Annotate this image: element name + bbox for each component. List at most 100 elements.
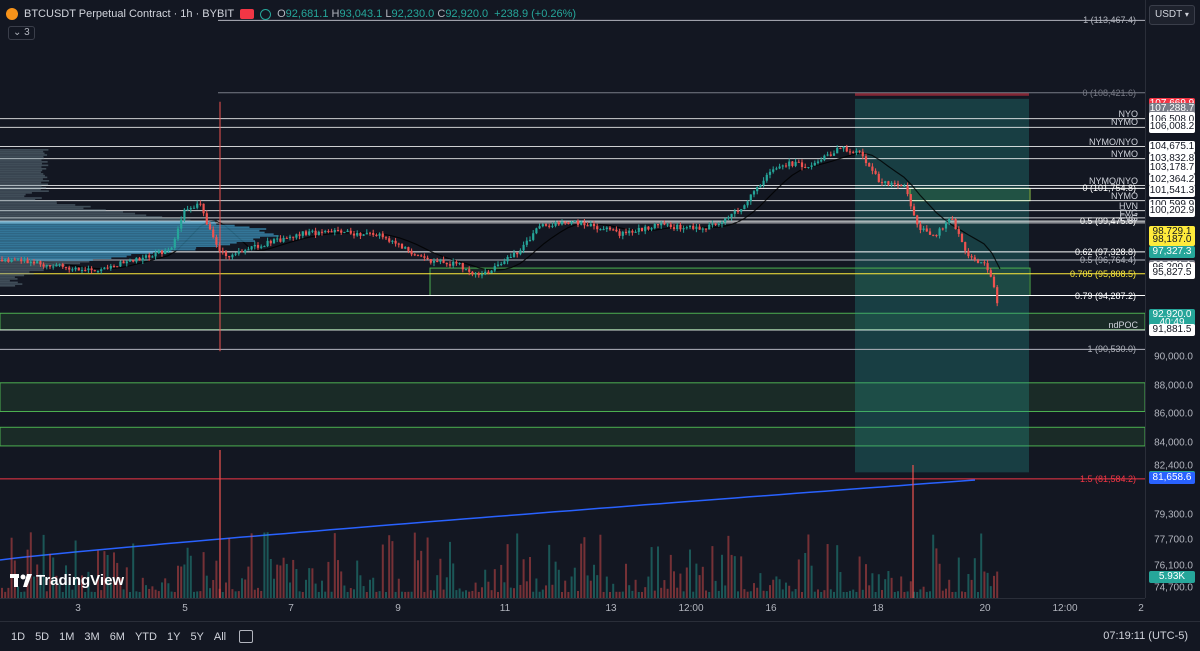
volume-bar bbox=[235, 591, 237, 598]
candle-body bbox=[468, 269, 470, 272]
alert-flag-icon[interactable] bbox=[240, 9, 254, 19]
volume-bar bbox=[599, 535, 601, 598]
candle-body bbox=[692, 226, 694, 229]
candle-body bbox=[811, 165, 813, 167]
candle-body bbox=[263, 246, 265, 247]
price-tag[interactable]: 103,178.7 bbox=[1149, 162, 1195, 174]
candle-body bbox=[311, 231, 313, 232]
time-axis[interactable]: 3 5 7 9 11 13 12:00 16 18 20 12:00 2 bbox=[0, 598, 1145, 621]
indicators-toggle[interactable]: ⌄ 3 bbox=[8, 26, 35, 40]
volume-bar bbox=[452, 563, 454, 598]
volume-bar bbox=[763, 591, 765, 598]
range-button-5d[interactable]: 5D bbox=[30, 631, 54, 643]
range-button-3m[interactable]: 3M bbox=[79, 631, 104, 643]
range-button-ytd[interactable]: YTD bbox=[130, 631, 162, 643]
candle-body bbox=[270, 241, 272, 243]
volume-bar bbox=[519, 585, 521, 598]
volume-bar bbox=[884, 579, 886, 598]
range-button-1m[interactable]: 1M bbox=[54, 631, 79, 643]
time-tick: 16 bbox=[765, 603, 776, 614]
time-tick: 9 bbox=[395, 603, 401, 614]
candle-body bbox=[644, 227, 646, 232]
volume-bar bbox=[350, 588, 352, 598]
volume-bar bbox=[727, 536, 729, 598]
candle-body bbox=[446, 263, 448, 264]
price-axis[interactable]: 90,000.0 88,000.0 86,000.0 84,000.0 82,400.0… bbox=[1145, 0, 1200, 598]
candle-body bbox=[929, 231, 931, 234]
candle-body bbox=[462, 263, 464, 269]
range-button-1d[interactable]: 1D bbox=[6, 631, 30, 643]
price-tag[interactable]: 95,827.5 bbox=[1149, 267, 1195, 279]
price-tag[interactable]: 98,187.0 bbox=[1149, 234, 1195, 246]
volume-bar bbox=[679, 574, 681, 598]
range-button-all[interactable]: All bbox=[209, 631, 231, 643]
candle-body bbox=[855, 151, 857, 153]
volume-bar bbox=[731, 555, 733, 598]
price-tag[interactable]: 97,327.3 bbox=[1149, 246, 1195, 258]
price-tag[interactable]: 102,364.2 bbox=[1149, 174, 1195, 186]
price-tick: 76,100.0 bbox=[1154, 560, 1193, 571]
chart-title[interactable]: BTCUSDT Perpetual Contract · 1h · BYBIT bbox=[24, 8, 234, 20]
range-button-1y[interactable]: 1Y bbox=[162, 631, 185, 643]
candle-body bbox=[788, 161, 790, 166]
clock[interactable]: 07:19:11 (UTC-5) bbox=[1103, 630, 1188, 642]
volume-bar bbox=[612, 584, 614, 598]
volume-bar bbox=[209, 588, 211, 598]
price-tag[interactable]: 5.93K bbox=[1149, 571, 1195, 583]
candle-body bbox=[190, 208, 192, 209]
volume-bar bbox=[967, 574, 969, 598]
tradingview-logo[interactable]: TradingView bbox=[10, 572, 124, 589]
candle-body bbox=[916, 215, 918, 224]
volume-bar bbox=[46, 591, 48, 598]
volume-bar bbox=[769, 585, 771, 598]
status-dot-icon bbox=[260, 9, 271, 20]
price-chart[interactable] bbox=[0, 0, 1145, 598]
fvg-box-upper[interactable] bbox=[910, 188, 1030, 200]
volume-bar bbox=[695, 564, 697, 598]
volume-bar bbox=[286, 564, 288, 598]
volume-bar bbox=[881, 590, 883, 598]
volume-bar bbox=[689, 550, 691, 598]
candle-body bbox=[315, 231, 317, 236]
time-tick: 12:00 bbox=[678, 603, 703, 614]
volume-bar bbox=[75, 541, 77, 598]
candle-body bbox=[347, 231, 349, 232]
currency-select[interactable]: USDT ▾ bbox=[1149, 5, 1195, 25]
candle-body bbox=[94, 270, 96, 271]
range-button-6m[interactable]: 6M bbox=[105, 631, 130, 643]
price-tag[interactable]: 104,675.1 bbox=[1149, 141, 1195, 153]
price-tag[interactable]: 100,202.9 bbox=[1149, 205, 1195, 217]
candle-body bbox=[737, 211, 739, 212]
volume-bar bbox=[212, 580, 214, 598]
range-button-5y[interactable]: 5Y bbox=[185, 631, 208, 643]
volume-bar bbox=[555, 562, 557, 598]
candle-body bbox=[199, 204, 201, 205]
candle-body bbox=[283, 238, 285, 242]
volume-bar bbox=[996, 572, 998, 598]
candle-body bbox=[596, 226, 598, 229]
symbol-icon[interactable] bbox=[6, 8, 18, 20]
price-tag[interactable]: 91,881.5 bbox=[1149, 324, 1195, 336]
volume-bar bbox=[315, 584, 317, 598]
candle-body bbox=[951, 219, 953, 220]
volume-bar bbox=[580, 544, 582, 598]
calendar-icon[interactable] bbox=[239, 630, 253, 643]
volume-bar bbox=[481, 587, 483, 598]
volume-bar bbox=[398, 579, 400, 598]
volume-bar bbox=[161, 582, 163, 598]
candle-body bbox=[948, 219, 950, 223]
candle-body bbox=[795, 162, 797, 166]
price-tag[interactable]: 81,658.6 bbox=[1149, 472, 1195, 484]
candle-body bbox=[43, 264, 45, 266]
chart-area[interactable]: 1.5 (119,201.8)0.5 (117,367.4)1 (113,467… bbox=[0, 0, 1145, 598]
fvg-box[interactable] bbox=[430, 268, 1030, 295]
candle-body bbox=[539, 226, 541, 228]
candle-body bbox=[414, 254, 416, 255]
candle-body bbox=[849, 151, 851, 152]
vwap-line[interactable] bbox=[0, 480, 975, 560]
volume-bar bbox=[196, 591, 198, 598]
price-tag[interactable]: 101,541.3 bbox=[1149, 185, 1195, 197]
price-tag[interactable]: 106,008.2 bbox=[1149, 121, 1195, 133]
brand-name: TradingView bbox=[36, 572, 124, 589]
range-buttons: 1D 5D 1M 3M 6M YTD 1Y 5Y All bbox=[6, 631, 231, 643]
